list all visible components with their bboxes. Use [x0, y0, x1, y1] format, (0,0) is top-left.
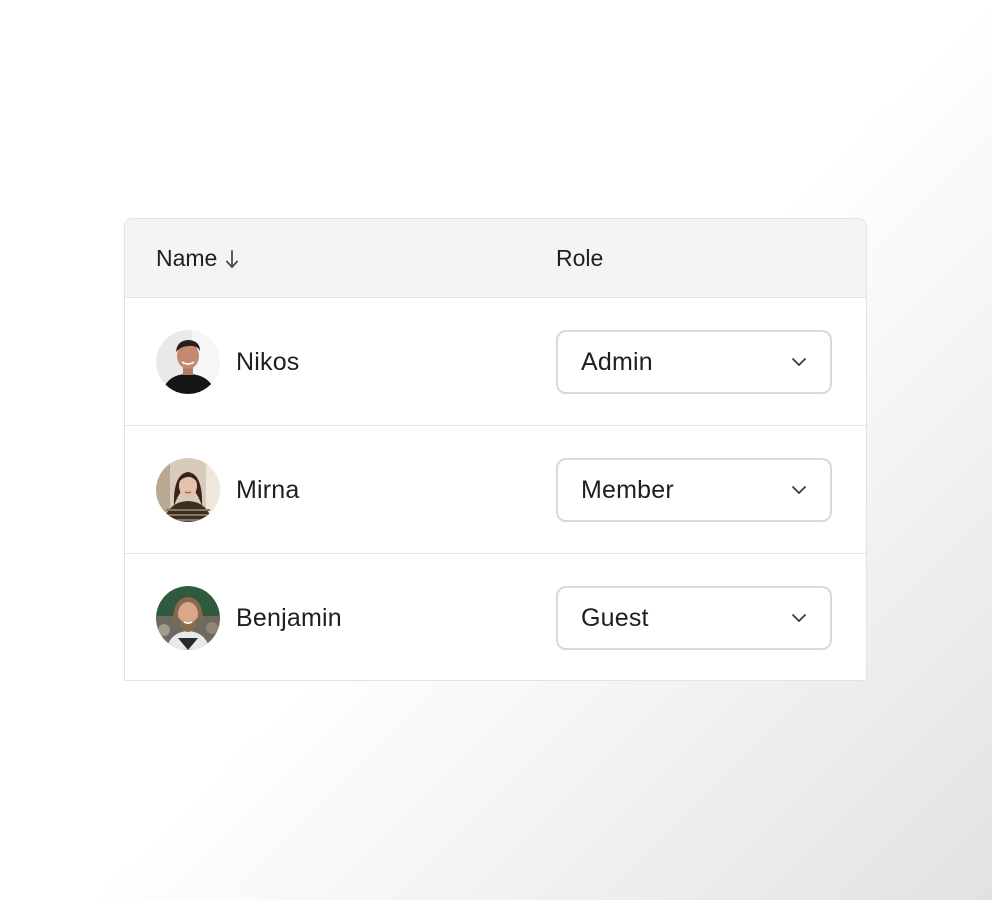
role-select[interactable]: Guest [556, 586, 832, 650]
role-select-value: Member [581, 475, 674, 504]
role-select-value: Guest [581, 603, 649, 632]
role-select[interactable]: Member [556, 458, 832, 522]
arrow-down-icon[interactable] [225, 248, 239, 270]
user-name: Mirna [236, 475, 300, 504]
user-cell: Nikos [156, 298, 300, 426]
chevron-down-icon [790, 609, 808, 627]
avatar [156, 330, 220, 394]
table-row: Benjamin Guest [125, 554, 866, 680]
user-name: Benjamin [236, 603, 342, 632]
table-header-row: Name Role [125, 219, 866, 298]
avatar [156, 458, 220, 522]
name-column-header[interactable]: Name [156, 219, 239, 297]
role-select[interactable]: Admin [556, 330, 832, 394]
table-row: Nikos Admin [125, 298, 866, 426]
users-table: Name Role Nikos Admin Mirna Member Benja… [124, 218, 867, 681]
role-select-value: Admin [581, 347, 653, 376]
name-column-label: Name [156, 244, 218, 271]
avatar [156, 586, 220, 650]
user-name: Nikos [236, 347, 300, 376]
role-column-header: Role [556, 219, 603, 297]
user-cell: Benjamin [156, 554, 342, 680]
role-column-label: Role [556, 244, 604, 271]
chevron-down-icon [790, 481, 808, 499]
table-row: Mirna Member [125, 426, 866, 554]
chevron-down-icon [790, 353, 808, 371]
user-cell: Mirna [156, 426, 300, 554]
